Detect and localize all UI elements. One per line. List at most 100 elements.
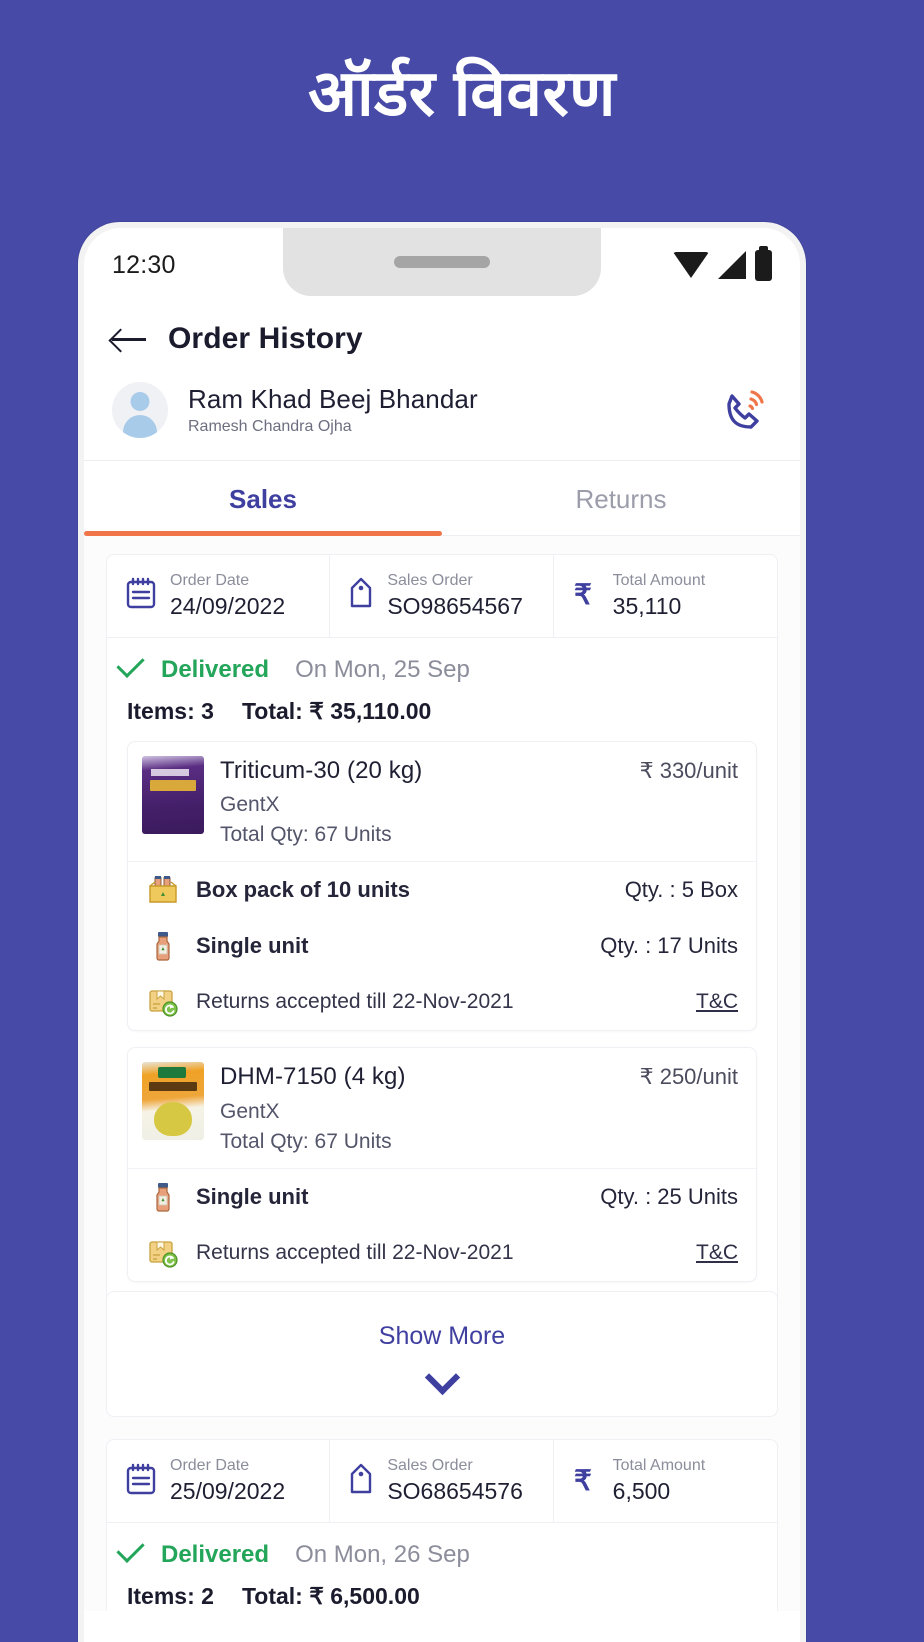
svg-text:₹: ₹ [574,579,592,610]
pack-qty: Qty. : 25 Units [600,1184,738,1210]
product-price: ₹ 330/unit [639,757,738,783]
product-info: Triticum-30 (20 kg) ₹ 330/unit GentX Tot… [220,756,738,848]
signal-icon [718,251,746,279]
product-total-qty: Total Qty: 67 Units [220,823,392,847]
status-badge: Delivered [161,655,270,683]
summary-sales-order: Sales Order SO98654567 [330,555,554,637]
single-bottle-icon [146,1180,180,1214]
rupee-icon: ₹ [572,576,600,615]
product-brand: GentX [220,793,280,817]
returns-row: Returns accepted till 22-Nov-2021 T&C [128,974,756,1030]
product-info: DHM-7150 (4 kg) ₹ 250/unit GentX Total Q… [220,1062,738,1154]
battery-icon [755,245,772,281]
summary-order-date: Order Date 25/09/2022 [107,1440,331,1522]
svg-text:₹: ₹ [574,1465,592,1496]
pack-qty: Qty. : 17 Units [600,933,738,959]
product-brand: GentX [220,1100,280,1124]
status-badge: Delivered [161,1540,270,1568]
product-header: DHM-7150 (4 kg) ₹ 250/unit GentX Total Q… [128,1048,756,1170]
order-total: Total: ₹ 35,110.00 [241,697,432,724]
product-price: ₹ 250/unit [639,1064,738,1090]
pack-row: Single unit Qty. : 17 Units [128,918,756,974]
summary-label-total-amount: Total Amount [612,572,706,589]
single-bottle-icon [146,929,180,963]
tag-icon [348,576,374,615]
back-arrow-icon[interactable] [112,326,146,352]
summary-label-order-date: Order Date [170,572,250,589]
tag-icon [348,1462,374,1501]
show-more-section[interactable]: Show More [106,1291,778,1418]
order-status-section: Delivered On Mon, 26 Sep Items: 2 Total:… [106,1522,778,1611]
phone-notch [283,228,601,296]
pack-label: Single unit [196,933,309,959]
product-card[interactable]: Triticum-30 (20 kg) ₹ 330/unit GentX Tot… [127,740,757,1032]
order-card: Order Date 25/09/2022 Sales Order SO6865… [106,1439,778,1611]
check-icon [127,1548,149,1561]
summary-value-order-date: 25/09/2022 [170,1478,286,1505]
summary-value-sales-order: SO98654567 [387,593,523,619]
show-more-button[interactable]: Show More [379,1322,505,1351]
box-pack-icon [146,873,180,907]
order-summary-strip: Order Date 24/09/2022 Sales Order SO9865… [106,554,778,638]
product-name: Triticum-30 (20 kg) [220,756,423,784]
order-list[interactable]: Order Date 24/09/2022 Sales Order SO9865… [84,536,800,1611]
merchant-row[interactable]: Ram Khad Beej Bhandar Ramesh Chandra Ojh… [84,364,800,461]
phone-frame: 12:30 Order History Ram Khad Beej Bhanda… [78,222,806,1642]
order-summary-strip: Order Date 25/09/2022 Sales Order SO6865… [106,1439,778,1523]
product-name: DHM-7150 (4 kg) [220,1063,406,1091]
items-total-line: Items: 3 Total: ₹ 35,110.00 [127,684,757,741]
summary-value-order-date: 24/09/2022 [170,593,286,619]
items-count: Items: 3 [127,697,214,724]
summary-label-sales-order: Sales Order [387,1457,473,1475]
wifi-icon [673,252,709,278]
tab-bar: Sales Returns [84,461,800,536]
order-status-section: Delivered On Mon, 25 Sep Items: 3 Total:… [106,637,778,1300]
summary-label-total-amount: Total Amount [612,1457,706,1475]
order-card: Order Date 24/09/2022 Sales Order SO9865… [106,554,778,1418]
pack-row: Single unit Qty. : 25 Units [128,1169,756,1225]
summary-label-sales-order: Sales Order [387,572,473,589]
status-delivery-date: On Mon, 26 Sep [295,1540,470,1568]
pack-qty: Qty. : 5 Box [624,877,738,903]
product-card[interactable]: DHM-7150 (4 kg) ₹ 250/unit GentX Total Q… [127,1047,757,1283]
return-package-icon [146,1236,180,1270]
corn-graphic [154,1102,192,1137]
items-total-line: Items: 2 Total: ₹ 6,500.00 [127,1569,757,1611]
merchant-contact-person: Ramesh Chandra Ojha [188,418,352,436]
phone-screen: 12:30 Order History Ram Khad Beej Bhanda… [84,228,800,1642]
merchant-name: Ram Khad Beej Bhandar [188,383,478,414]
rupee-icon: ₹ [572,1462,600,1501]
tab-returns[interactable]: Returns [442,461,800,535]
items-count: Items: 2 [127,1582,214,1609]
order-total: Total: ₹ 6,500.00 [241,1582,420,1609]
summary-value-total-amount: 6,500 [612,1478,671,1505]
person-avatar-icon [112,382,168,438]
status-icon-group [673,245,772,281]
speaker-grille [394,256,490,268]
summary-value-total-amount: 35,110 [612,593,682,619]
status-delivery-date: On Mon, 25 Sep [295,655,470,683]
product-total-qty: Total Qty: 67 Units [220,1130,392,1154]
summary-label-order-date: Order Date [170,1457,250,1475]
calendar-icon [125,576,157,615]
chevron-down-icon[interactable] [427,1365,457,1382]
summary-total-amount: ₹ Total Amount 35,110 [554,555,777,637]
product-header: Triticum-30 (20 kg) ₹ 330/unit GentX Tot… [128,742,756,863]
promo-title: ऑर्डर विवरण [308,57,616,129]
summary-sales-order: Sales Order SO68654576 [330,1440,554,1522]
tc-link[interactable]: T&C [696,1241,738,1265]
status-line: Delivered On Mon, 25 Sep [127,656,757,684]
tab-sales[interactable]: Sales [84,461,442,536]
status-line: Delivered On Mon, 26 Sep [127,1541,757,1569]
tc-link[interactable]: T&C [696,990,738,1014]
product-image [142,755,204,834]
pack-row: Box pack of 10 units Qty. : 5 Box [128,862,756,918]
merchant-text: Ram Khad Beej Bhandar Ramesh Chandra Ojh… [188,384,696,437]
return-package-icon [146,985,180,1019]
returns-text: Returns accepted till 22-Nov-2021 [196,990,514,1014]
pack-label: Single unit [196,1184,309,1210]
summary-total-amount: ₹ Total Amount 6,500 [554,1440,777,1522]
pack-label: Box pack of 10 units [196,877,410,903]
returns-text: Returns accepted till 22-Nov-2021 [196,1241,514,1265]
call-ringing-icon[interactable] [716,382,772,438]
